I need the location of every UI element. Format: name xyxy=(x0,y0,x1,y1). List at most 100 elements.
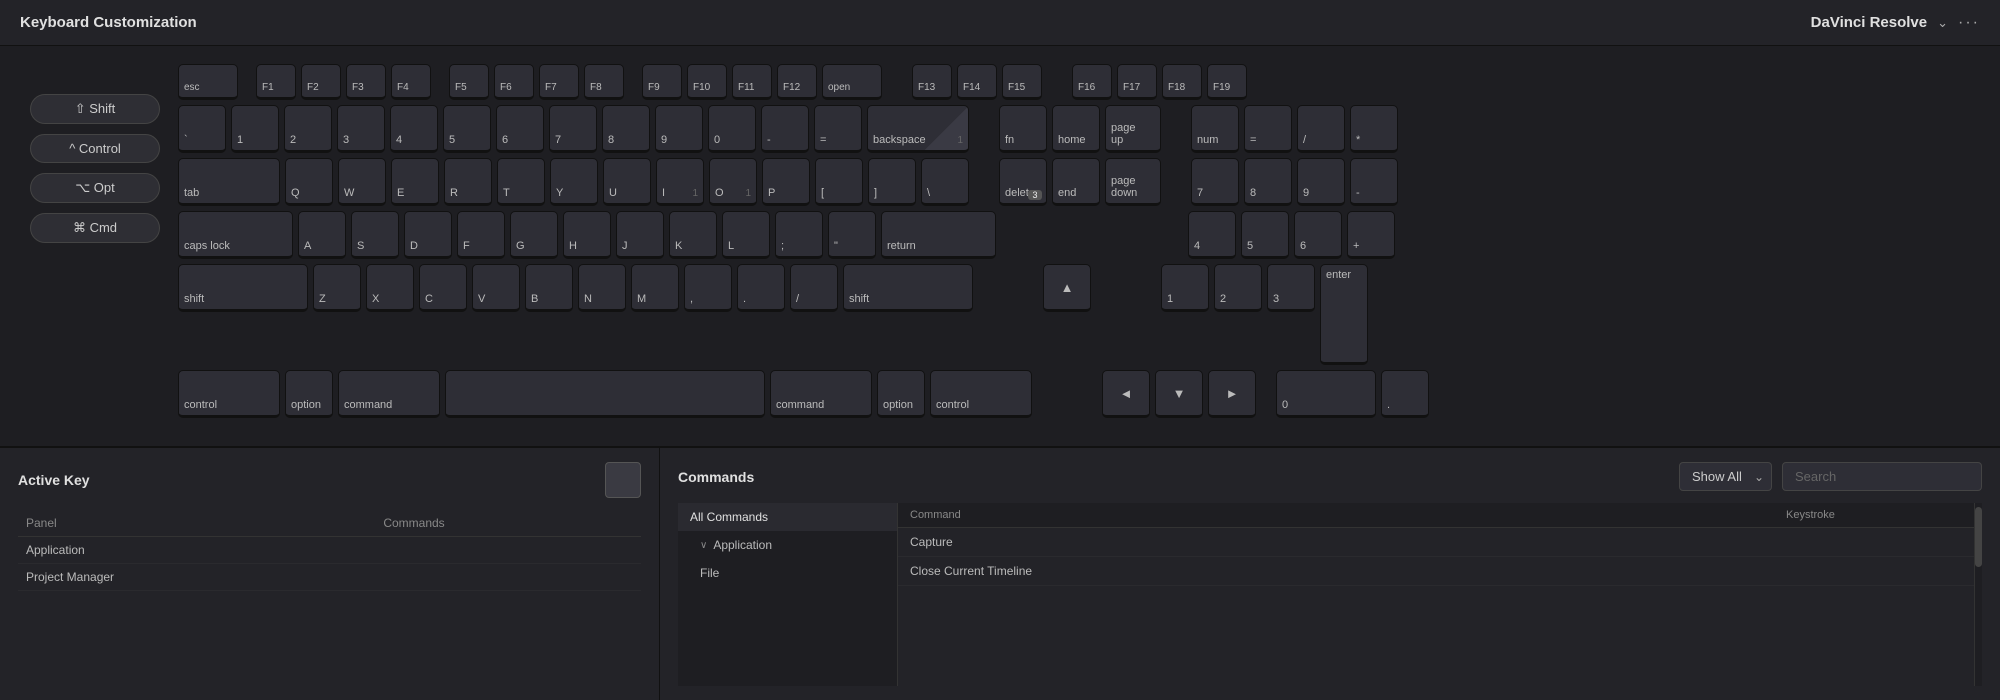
key-f8[interactable]: F8 xyxy=(584,64,624,100)
shift-modifier[interactable]: ⇧ Shift xyxy=(30,94,160,124)
key-f18[interactable]: F18 xyxy=(1162,64,1202,100)
key-x[interactable]: X xyxy=(366,264,414,312)
key-command-right[interactable]: command xyxy=(770,370,872,418)
key-backslash[interactable]: \ xyxy=(921,158,969,206)
key-num8[interactable]: 8 xyxy=(1244,158,1292,206)
key-arrow-up[interactable]: ▲ xyxy=(1043,264,1091,312)
key-rbracket[interactable]: ] xyxy=(868,158,916,206)
key-1[interactable]: 1 xyxy=(231,105,279,153)
tree-item-file[interactable]: File xyxy=(678,559,897,587)
key-arrow-down[interactable]: ▼ xyxy=(1155,370,1203,418)
key-f12[interactable]: F12 xyxy=(777,64,817,100)
cmd-modifier[interactable]: ⌘ Cmd xyxy=(30,213,160,243)
key-f7[interactable]: F7 xyxy=(539,64,579,100)
key-num6[interactable]: 6 xyxy=(1294,211,1342,259)
key-num3[interactable]: 3 xyxy=(1267,264,1315,312)
key-a[interactable]: A xyxy=(298,211,346,259)
key-capslock[interactable]: caps lock xyxy=(178,211,293,259)
more-options-icon[interactable]: ··· xyxy=(1958,14,1980,32)
table-row[interactable]: Application xyxy=(18,537,641,564)
key-f1[interactable]: F1 xyxy=(256,64,296,100)
key-b[interactable]: B xyxy=(525,264,573,312)
key-j[interactable]: J xyxy=(616,211,664,259)
key-y[interactable]: Y xyxy=(550,158,598,206)
key-arrow-right[interactable]: ► xyxy=(1208,370,1256,418)
key-f11[interactable]: F11 xyxy=(732,64,772,100)
key-comma[interactable]: , xyxy=(684,264,732,312)
key-arrow-left[interactable]: ◄ xyxy=(1102,370,1150,418)
key-v[interactable]: V xyxy=(472,264,520,312)
cmd-row-capture[interactable]: Capture xyxy=(898,528,1974,557)
key-e[interactable]: E xyxy=(391,158,439,206)
key-6[interactable]: 6 xyxy=(496,105,544,153)
key-esc[interactable]: esc xyxy=(178,64,238,100)
key-enter[interactable]: enter xyxy=(1320,264,1368,365)
key-i[interactable]: I 1 xyxy=(656,158,704,206)
cmd-row-close-timeline[interactable]: Close Current Timeline xyxy=(898,557,1974,586)
key-8[interactable]: 8 xyxy=(602,105,650,153)
key-equals[interactable]: = xyxy=(814,105,862,153)
key-control-right[interactable]: control xyxy=(930,370,1032,418)
key-u[interactable]: U xyxy=(603,158,651,206)
key-open[interactable]: open xyxy=(822,64,882,100)
chevron-down-icon[interactable]: ⌄ xyxy=(1937,15,1948,31)
key-lbracket[interactable]: [ xyxy=(815,158,863,206)
key-c[interactable]: C xyxy=(419,264,467,312)
key-n[interactable]: N xyxy=(578,264,626,312)
key-page-up[interactable]: pageup xyxy=(1105,105,1161,153)
key-f16[interactable]: F16 xyxy=(1072,64,1112,100)
key-num1[interactable]: 1 xyxy=(1161,264,1209,312)
key-tab[interactable]: tab xyxy=(178,158,280,206)
key-3[interactable]: 3 xyxy=(337,105,385,153)
key-f15[interactable]: F15 xyxy=(1002,64,1042,100)
key-delete[interactable]: delete 3 xyxy=(999,158,1047,206)
key-o[interactable]: O 1 xyxy=(709,158,757,206)
key-num9[interactable]: 9 xyxy=(1297,158,1345,206)
key-fn[interactable]: fn xyxy=(999,105,1047,153)
key-quote[interactable]: " xyxy=(828,211,876,259)
key-control-left[interactable]: control xyxy=(178,370,280,418)
key-f2[interactable]: F2 xyxy=(301,64,341,100)
opt-modifier[interactable]: ⌥ Opt xyxy=(30,173,160,203)
key-f10[interactable]: F10 xyxy=(687,64,727,100)
key-backtick[interactable]: ` xyxy=(178,105,226,153)
search-input[interactable] xyxy=(1782,462,1982,491)
key-f14[interactable]: F14 xyxy=(957,64,997,100)
key-w[interactable]: W xyxy=(338,158,386,206)
key-end[interactable]: end xyxy=(1052,158,1100,206)
key-r[interactable]: R xyxy=(444,158,492,206)
key-num-star[interactable]: * xyxy=(1350,105,1398,153)
key-0[interactable]: 0 xyxy=(708,105,756,153)
key-num2[interactable]: 2 xyxy=(1214,264,1262,312)
key-p[interactable]: P xyxy=(762,158,810,206)
key-command-left[interactable]: command xyxy=(338,370,440,418)
key-h[interactable]: H xyxy=(563,211,611,259)
key-d[interactable]: D xyxy=(404,211,452,259)
key-f13[interactable]: F13 xyxy=(912,64,952,100)
key-k[interactable]: K xyxy=(669,211,717,259)
key-f3[interactable]: F3 xyxy=(346,64,386,100)
key-2[interactable]: 2 xyxy=(284,105,332,153)
key-shift-right[interactable]: shift xyxy=(843,264,973,312)
key-f5[interactable]: F5 xyxy=(449,64,489,100)
key-f6[interactable]: F6 xyxy=(494,64,534,100)
key-num5[interactable]: 5 xyxy=(1241,211,1289,259)
table-row[interactable]: Project Manager xyxy=(18,564,641,591)
key-num[interactable]: num xyxy=(1191,105,1239,153)
key-7[interactable]: 7 xyxy=(549,105,597,153)
key-s[interactable]: S xyxy=(351,211,399,259)
key-num-equals[interactable]: = xyxy=(1244,105,1292,153)
key-num7[interactable]: 7 xyxy=(1191,158,1239,206)
scrollbar[interactable] xyxy=(1974,503,1982,686)
key-9[interactable]: 9 xyxy=(655,105,703,153)
key-num-minus[interactable]: - xyxy=(1350,158,1398,206)
key-f[interactable]: F xyxy=(457,211,505,259)
key-option-left[interactable]: option xyxy=(285,370,333,418)
key-option-right[interactable]: option xyxy=(877,370,925,418)
key-shift-left[interactable]: shift xyxy=(178,264,308,312)
key-page-down[interactable]: pagedown xyxy=(1105,158,1161,206)
key-f9[interactable]: F9 xyxy=(642,64,682,100)
key-l[interactable]: L xyxy=(722,211,770,259)
control-modifier[interactable]: ^ Control xyxy=(30,134,160,163)
key-q[interactable]: Q xyxy=(285,158,333,206)
